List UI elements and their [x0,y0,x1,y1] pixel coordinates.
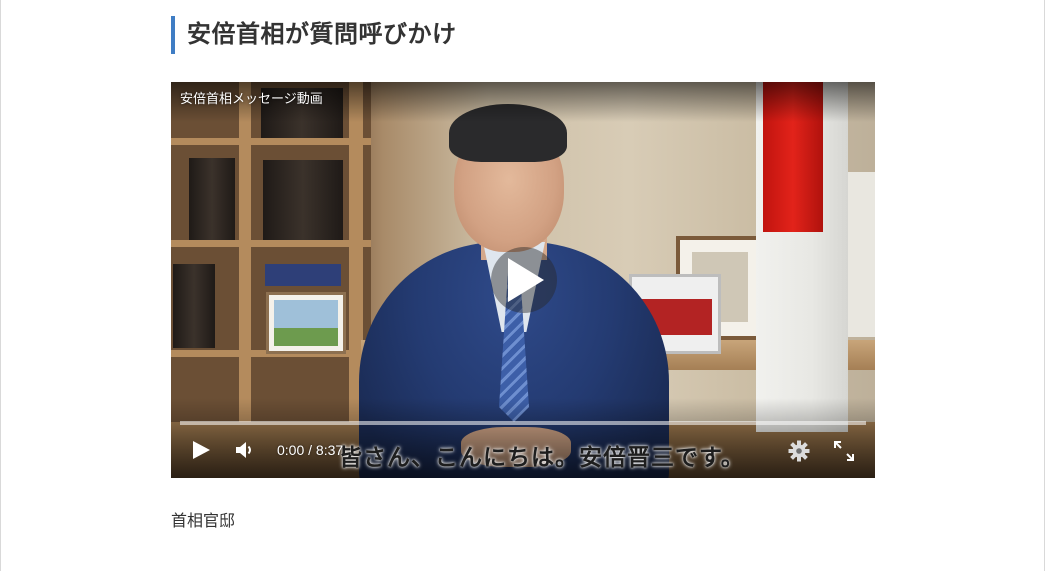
volume-button[interactable] [231,438,257,462]
photo-frame [266,292,346,354]
volume-icon [236,442,251,458]
progress-bar[interactable] [180,421,866,425]
shelf-board [171,138,371,145]
book [263,160,343,240]
video-source: 首相官邸 [171,511,236,530]
video-subtitle: 皆さん、こんにちは。安倍晋三です。 [339,445,745,471]
fullscreen-button[interactable] [830,438,858,464]
time-display: 0:00 / 8:37 [277,442,344,458]
play-icon [508,258,544,302]
book [189,158,235,240]
fullscreen-icon [834,441,854,461]
video-player[interactable]: 安倍首相メッセージ動画 皆さん、こんにちは。安倍晋三です。 0:00 / 8:3… [171,82,875,478]
play-button[interactable] [187,438,215,462]
book [265,264,341,286]
gear-icon [788,440,810,462]
shelf-board [171,240,371,247]
play-icon [193,441,210,459]
large-play-button[interactable] [491,247,557,313]
settings-button[interactable] [785,438,813,464]
shelf-post [239,82,251,422]
book [173,264,215,348]
video-title[interactable]: 安倍首相メッセージ動画 [180,88,323,107]
page-title: 安倍首相が質問呼びかけ [171,16,457,54]
